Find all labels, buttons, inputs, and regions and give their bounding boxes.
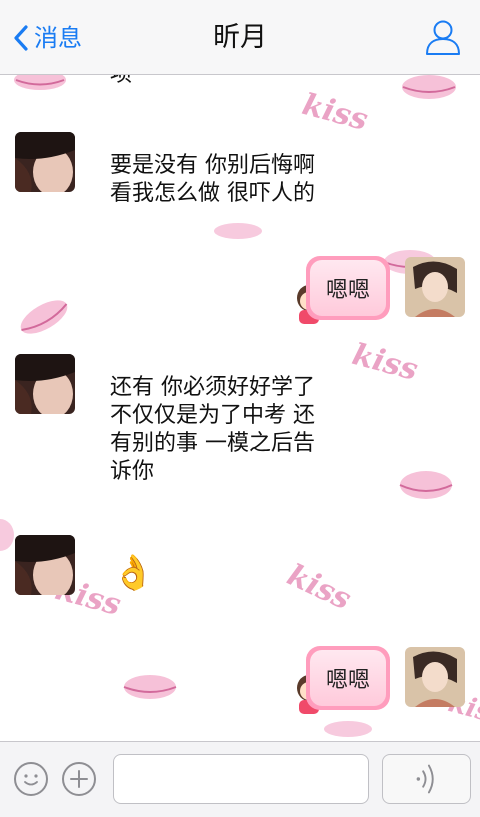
- kiss-decoration: kiss: [281, 557, 357, 618]
- lips-icon: [402, 75, 456, 99]
- voice-button[interactable]: [382, 754, 471, 804]
- self-avatar-image: [405, 257, 465, 317]
- smiley-icon: [24, 774, 38, 786]
- sent-message-bubble[interactable]: 嗯嗯: [306, 256, 390, 320]
- self-avatar-image: [405, 647, 465, 707]
- self-avatar[interactable]: [405, 257, 465, 317]
- contact-avatar[interactable]: [15, 354, 75, 414]
- kiss-decoration: kiss: [348, 337, 422, 388]
- plus-icon: [70, 770, 88, 788]
- message-text: 嗯嗯: [310, 650, 386, 706]
- lips-icon: [214, 223, 262, 239]
- input-toolbar: [0, 741, 480, 817]
- sent-message-bubble[interactable]: 嗯嗯: [306, 646, 390, 710]
- navigation-bar: 消息 昕月: [0, 0, 480, 75]
- lips-icon: [399, 471, 453, 499]
- contact-avatar-image: [15, 132, 75, 192]
- contact-avatar-image: [15, 535, 75, 595]
- lips-icon: [324, 721, 372, 737]
- kiss-decoration: kiss: [298, 87, 372, 138]
- add-attachment-button[interactable]: [62, 762, 96, 796]
- contact-profile-button[interactable]: [424, 18, 462, 56]
- emoji-button[interactable]: [14, 762, 48, 796]
- self-avatar[interactable]: [405, 647, 465, 707]
- ok-hand-emoji[interactable]: 👌: [112, 553, 154, 593]
- partial-message-text: 项: [110, 75, 132, 89]
- message-input[interactable]: [113, 754, 369, 804]
- message-text: 嗯嗯: [310, 260, 386, 316]
- contact-avatar[interactable]: [15, 132, 75, 192]
- lips-icon: [14, 75, 66, 90]
- chat-area[interactable]: kiss kiss kiss kiss kiss 项 要是没有 你别后悔啊 看我…: [0, 75, 480, 741]
- voice-wave-icon: [416, 764, 434, 794]
- page-title: 昕月: [213, 22, 267, 53]
- lips-icon: [20, 300, 68, 334]
- person-icon: [426, 20, 460, 55]
- message-text[interactable]: 还有 你必须好好学了 不仅仅是为了中考 还 有别的事 一模之后告 诉你: [110, 374, 315, 486]
- lips-icon: [123, 675, 177, 699]
- contact-avatar-image: [15, 354, 75, 414]
- contact-avatar[interactable]: [15, 535, 75, 595]
- message-text[interactable]: 要是没有 你别后悔啊 看我怎么做 很吓人的: [110, 152, 315, 208]
